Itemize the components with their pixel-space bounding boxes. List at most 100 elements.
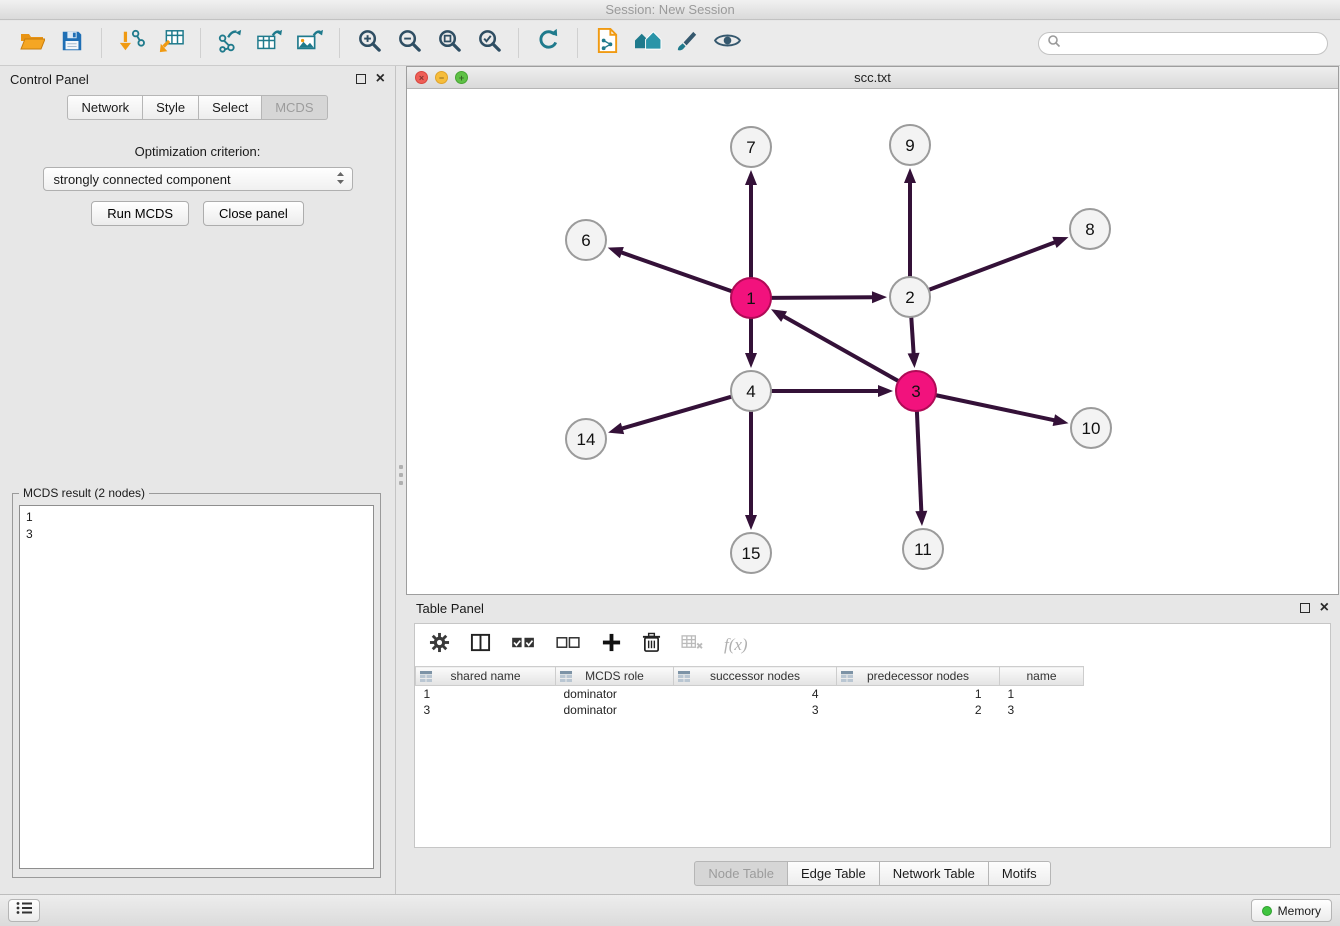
cell-predecessors[interactable]: 2 <box>837 702 1000 718</box>
tab-network-table[interactable]: Network Table <box>880 861 989 886</box>
edge-3-10[interactable] <box>936 395 1056 420</box>
edge-2-8[interactable] <box>929 242 1057 290</box>
memory-status-icon <box>1262 906 1272 916</box>
trash-icon <box>642 632 661 658</box>
cell-shared-name[interactable]: 1 <box>416 686 556 703</box>
delete-column-button[interactable] <box>642 632 661 658</box>
cell-successors[interactable]: 4 <box>674 686 837 703</box>
show-hide-button[interactable] <box>707 24 747 62</box>
graph-node-15[interactable]: 15 <box>731 533 771 573</box>
node-label: 8 <box>1085 220 1094 239</box>
cell-successors[interactable]: 3 <box>674 702 837 718</box>
edge-2-3[interactable] <box>911 317 913 355</box>
float-table-panel-icon[interactable] <box>1300 603 1310 613</box>
edge-1-2[interactable] <box>771 297 874 298</box>
node-table-row[interactable]: 3dominator323 <box>416 702 1331 718</box>
export-image-button[interactable] <box>290 24 330 62</box>
share-document-button[interactable] <box>587 24 627 62</box>
save-session-button[interactable] <box>52 24 92 62</box>
add-column-button[interactable] <box>601 632 622 658</box>
column-header-successor-nodes[interactable]: successor nodes <box>674 667 837 686</box>
task-history-button[interactable] <box>8 899 40 922</box>
graph-node-4[interactable]: 4 <box>731 371 771 411</box>
column-header-name[interactable]: name <box>1000 667 1084 686</box>
cell-name[interactable]: 3 <box>1000 702 1084 718</box>
edge-3-1[interactable] <box>782 316 898 382</box>
tab-motifs[interactable]: Motifs <box>989 861 1051 886</box>
column-type-icon <box>420 671 432 685</box>
table-panel: Table Panel × <box>406 595 1339 894</box>
open-session-button[interactable] <box>12 24 52 62</box>
function-builder-button[interactable]: f(x) <box>724 635 748 655</box>
graph-node-3[interactable]: 3 <box>896 371 936 411</box>
apply-style-button[interactable] <box>667 24 707 62</box>
edge-3-11[interactable] <box>917 411 922 513</box>
float-panel-icon[interactable] <box>356 74 366 84</box>
node-table-row[interactable]: 1dominator411 <box>416 686 1331 703</box>
node-label: 10 <box>1082 419 1101 438</box>
network-window-titlebar[interactable]: × − + scc.txt <box>407 67 1338 89</box>
node-label: 4 <box>746 382 755 401</box>
import-table-button[interactable] <box>151 24 191 62</box>
graph-node-11[interactable]: 11 <box>903 529 943 569</box>
split-columns-button[interactable] <box>470 632 491 658</box>
edge-4-14[interactable] <box>621 397 732 429</box>
tab-node-table[interactable]: Node Table <box>694 861 788 886</box>
cell-name[interactable]: 1 <box>1000 686 1084 703</box>
network-canvas[interactable]: 7 9 6 8 1 2 4 3 14 10 15 11 <box>407 89 1338 594</box>
close-table-panel-icon[interactable]: × <box>1320 603 1329 613</box>
selected-option: strongly connected component <box>54 172 336 187</box>
select-all-columns-button[interactable] <box>511 634 536 656</box>
graph-node-2[interactable]: 2 <box>890 277 930 317</box>
unselect-all-columns-button[interactable] <box>556 634 581 656</box>
edge-1-6[interactable] <box>620 252 732 291</box>
vertical-splitter-handle[interactable] <box>398 462 404 488</box>
import-network-button[interactable] <box>111 24 151 62</box>
graph-node-7[interactable]: 7 <box>731 127 771 167</box>
graph-node-14[interactable]: 14 <box>566 419 606 459</box>
network-window: × − + scc.txt 7 9 6 8 1 2 4 3 14 10 15 11 <box>406 66 1339 595</box>
graph-node-1[interactable]: 1 <box>731 278 771 318</box>
cell-shared-name[interactable]: 3 <box>416 702 556 718</box>
tab-edge-table[interactable]: Edge Table <box>788 861 880 886</box>
export-table-button[interactable] <box>250 24 290 62</box>
column-header-predecessor-nodes[interactable]: predecessor nodes <box>837 667 1000 686</box>
cell-mcds-role[interactable]: dominator <box>556 686 674 703</box>
column-header-mcds-role[interactable]: MCDS role <box>556 667 674 686</box>
tab-select[interactable]: Select <box>199 95 262 120</box>
network-graph[interactable]: 7 9 6 8 1 2 4 3 14 10 15 11 <box>407 89 1338 594</box>
minimize-window-icon[interactable]: − <box>435 71 448 84</box>
zoom-in-button[interactable] <box>349 24 389 62</box>
tab-mcds[interactable]: MCDS <box>262 95 327 120</box>
split-columns-icon <box>470 632 491 658</box>
zoom-selected-button[interactable] <box>469 24 509 62</box>
toolbar-separator <box>339 28 340 58</box>
close-panel-button[interactable]: Close panel <box>203 201 304 226</box>
tab-network[interactable]: Network <box>67 95 143 120</box>
zoom-out-button[interactable] <box>389 24 429 62</box>
edge-arrowhead <box>915 511 927 526</box>
close-window-icon[interactable]: × <box>415 71 428 84</box>
edge-arrowhead <box>771 309 787 322</box>
graph-node-6[interactable]: 6 <box>566 220 606 260</box>
optimization-criterion-select[interactable]: strongly connected component <box>43 167 353 191</box>
graph-node-8[interactable]: 8 <box>1070 209 1110 249</box>
maximize-window-icon[interactable]: + <box>455 71 468 84</box>
cell-mcds-role[interactable]: dominator <box>556 702 674 718</box>
zoom-fit-button[interactable] <box>429 24 469 62</box>
memory-button[interactable]: Memory <box>1251 899 1332 922</box>
tab-style[interactable]: Style <box>143 95 199 120</box>
import-network-icon <box>117 28 145 59</box>
mcds-result-textarea[interactable]: 1 3 <box>19 505 374 869</box>
run-mcds-button[interactable]: Run MCDS <box>91 201 189 226</box>
graph-node-10[interactable]: 10 <box>1071 408 1111 448</box>
network-home-button[interactable] <box>627 24 667 62</box>
graph-node-9[interactable]: 9 <box>890 125 930 165</box>
close-panel-icon[interactable]: × <box>376 74 385 84</box>
table-settings-button[interactable] <box>429 632 450 658</box>
column-header-shared-name[interactable]: shared name <box>416 667 556 686</box>
refresh-layout-button[interactable] <box>528 24 568 62</box>
export-network-button[interactable] <box>210 24 250 62</box>
cell-predecessors[interactable]: 1 <box>837 686 1000 703</box>
search-input[interactable] <box>1066 36 1319 51</box>
